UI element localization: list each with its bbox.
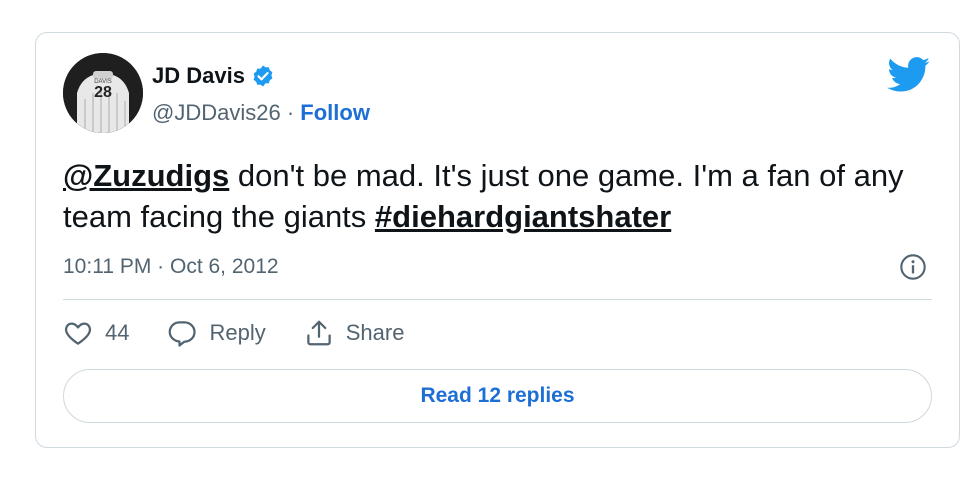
avatar[interactable]: 28 DAVIS [63,53,143,133]
handle-separator: · [286,100,301,125]
share-label: Share [345,320,405,345]
jersey-number: 28 [94,84,112,101]
share-button[interactable]: Share [304,318,405,348]
twitter-bird-icon[interactable] [887,57,931,93]
author-handle[interactable]: @JDDavis26 [152,100,281,125]
mention-link[interactable]: @Zuzudigs [63,158,229,193]
tweet-text: @Zuzudigs don't be mad. It's just one ga… [63,155,933,237]
like-button[interactable]: 44 [63,318,129,348]
action-bar: 44 Reply Share [63,318,442,348]
author-name-row: JD Davis [152,63,275,89]
reply-label: Reply [209,320,266,345]
divider [63,299,932,300]
tweet-time: 10:11 PM [63,255,152,278]
reply-button[interactable]: Reply [167,318,266,348]
like-count: 44 [105,320,130,345]
heart-icon [64,322,92,345]
svg-text:DAVIS: DAVIS [94,79,112,85]
author-name[interactable]: JD Davis [152,63,245,89]
timestamp-separator: · [157,255,170,278]
info-icon[interactable] [899,253,927,281]
author-handle-row: @JDDavis26 · Follow [152,100,370,126]
follow-link[interactable]: Follow [300,100,370,125]
reply-bubble-icon [169,321,197,347]
tweet-timestamp[interactable]: 10:11 PM · Oct 6, 2012 [63,255,279,279]
hashtag-link[interactable]: #diehardgiantshater [375,199,671,234]
share-icon [306,320,331,346]
read-replies-button[interactable]: Read 12 replies [63,369,932,423]
verified-badge-icon [253,65,273,87]
tweet-card: 28 DAVIS JD Davis @JDDavis26 · Follow @Z… [35,32,960,448]
tweet-date: Oct 6, 2012 [170,255,279,278]
